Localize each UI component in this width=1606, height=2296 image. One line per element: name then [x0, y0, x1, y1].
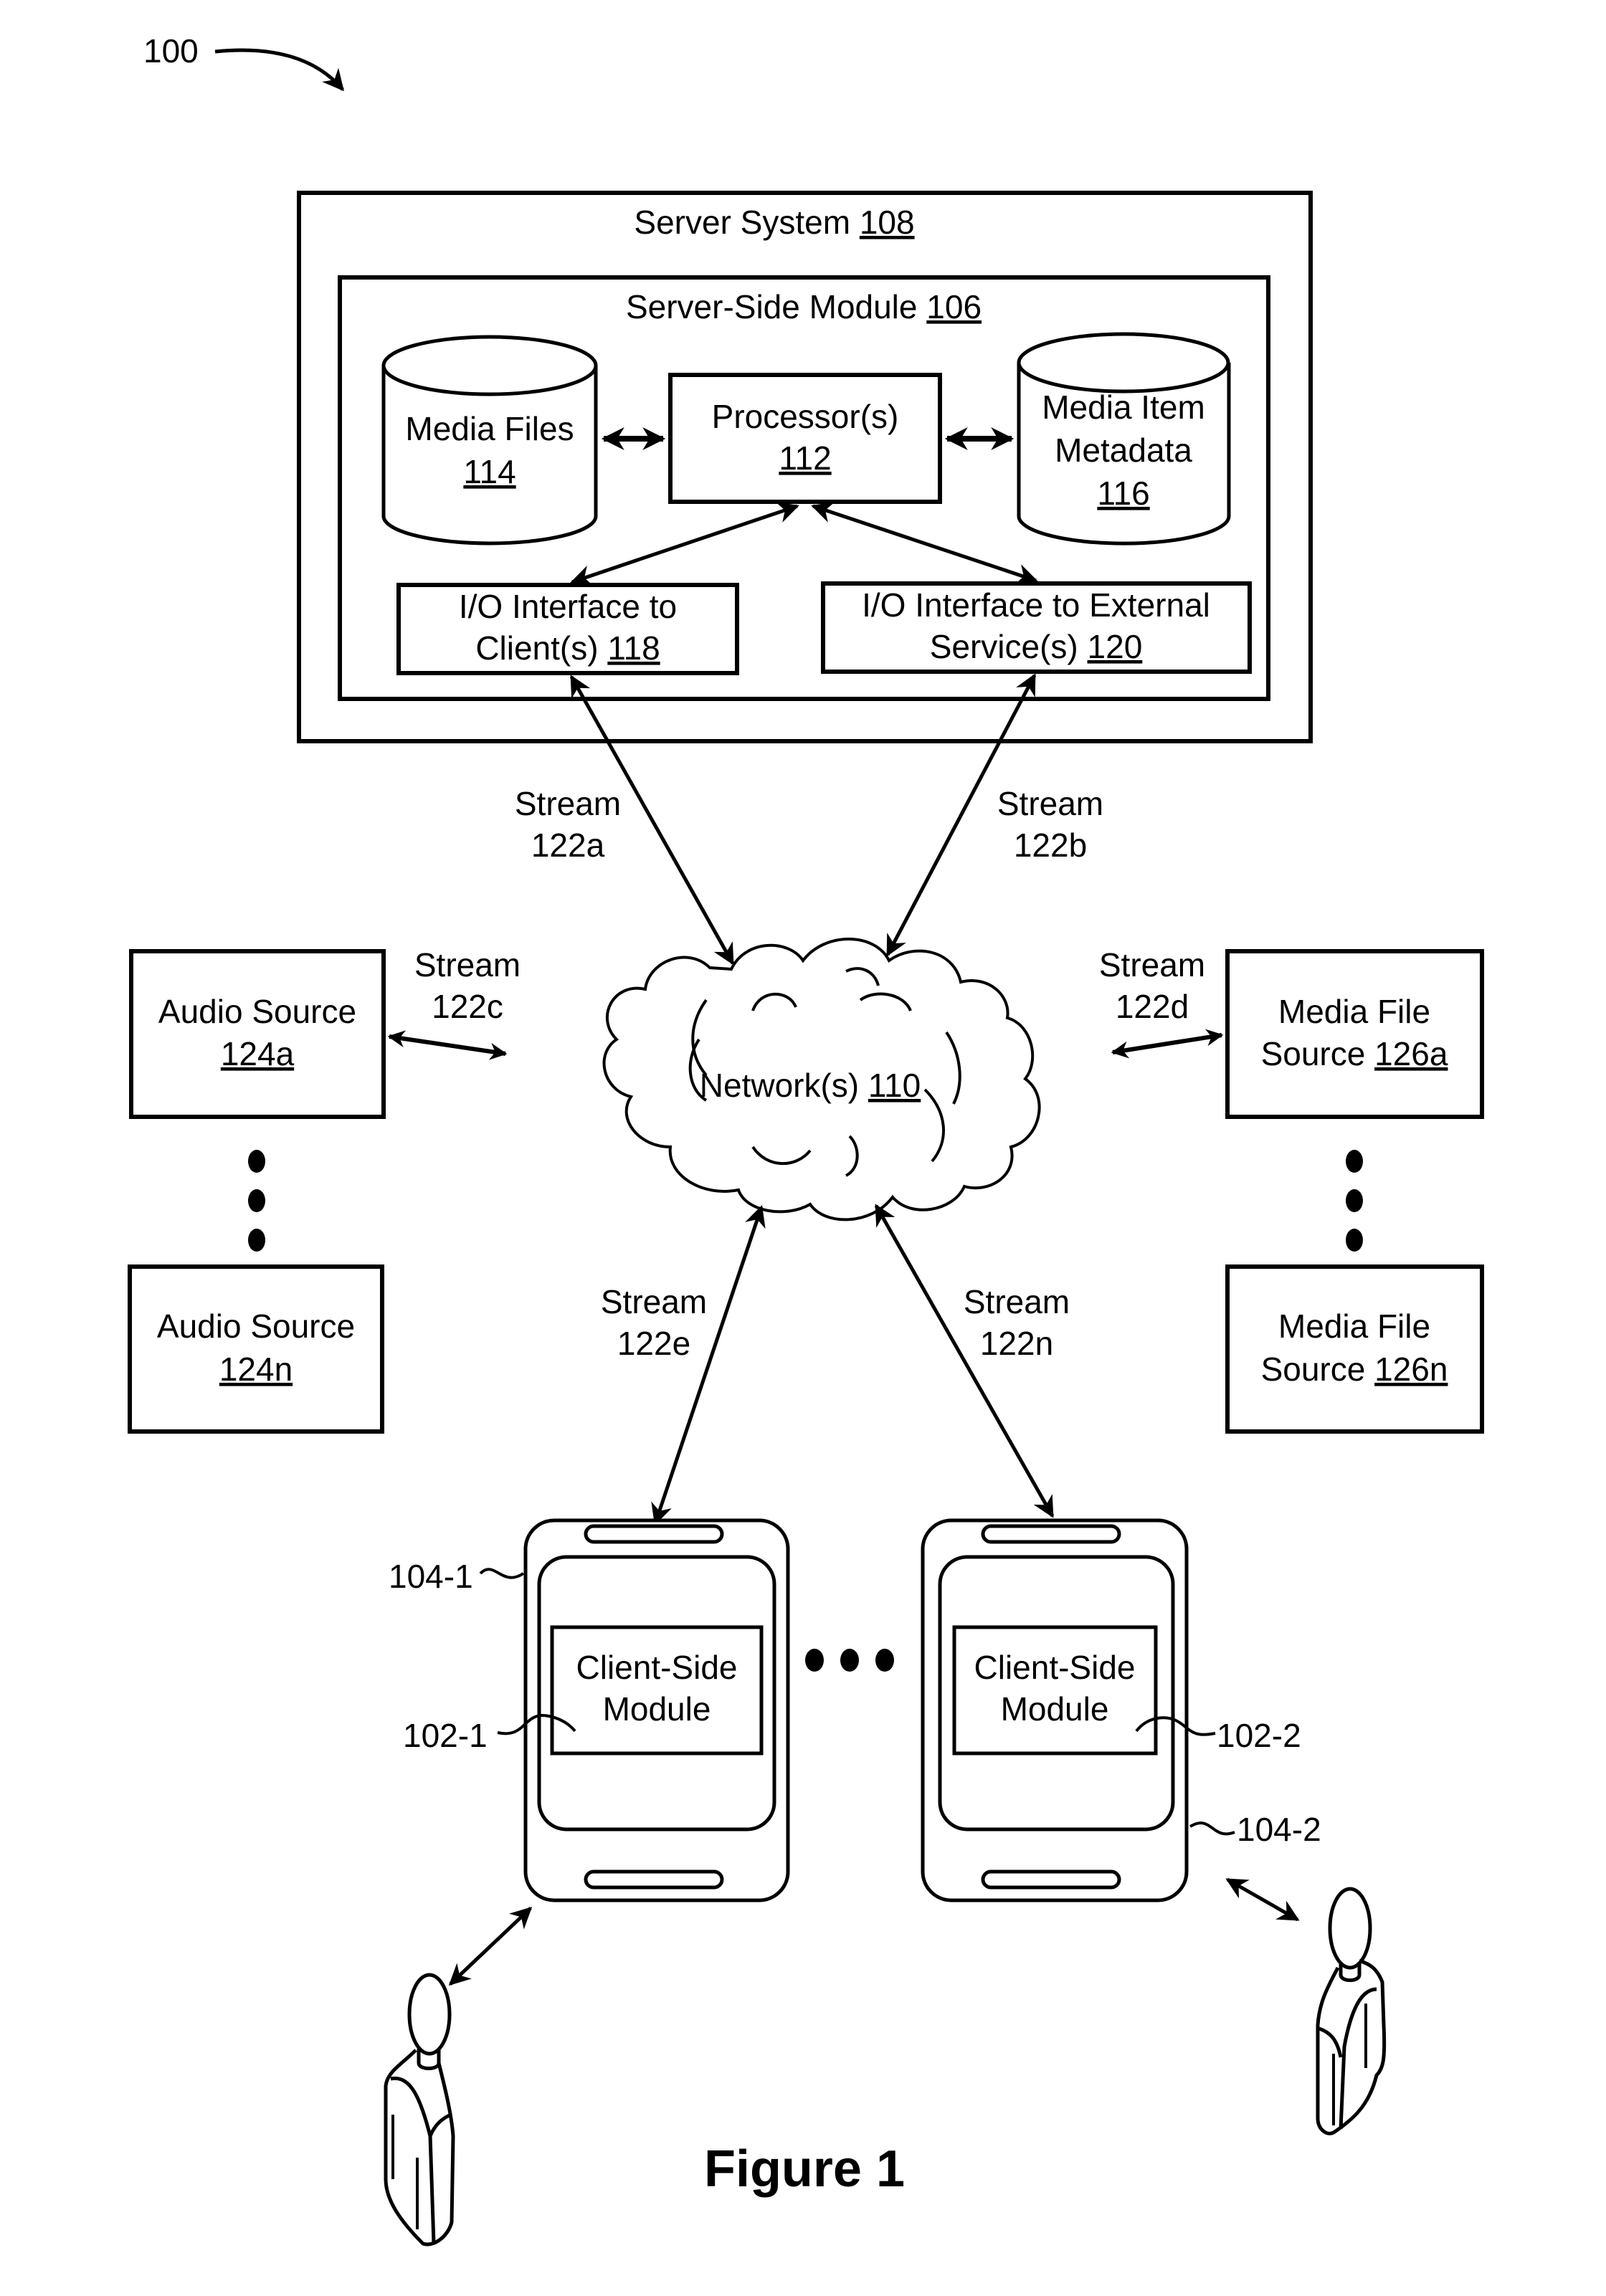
stream-label: Stream [1099, 946, 1205, 983]
arrow-user1-device [448, 1906, 533, 1986]
io-clients-label-line1: I/O Interface to [459, 588, 677, 625]
stream-ref: 122a [531, 827, 605, 864]
stream-ref: 122e [617, 1325, 690, 1362]
processor-ref: 112 [779, 439, 831, 477]
stream-122c: Stream 122c [387, 946, 521, 1060]
processor-block: Processor(s) 112 [668, 373, 942, 504]
ellipsis-audio-sources [248, 1150, 265, 1252]
stream-label: Stream [601, 1283, 707, 1320]
processor-label: Processor(s) [712, 398, 899, 435]
stream-ref: 122n [980, 1325, 1053, 1362]
server-side-module-label: Server-Side Module 106 [626, 288, 982, 325]
io-clients-label-line2: Client(s) 118 [475, 629, 660, 667]
user-icon [384, 1973, 455, 2247]
stream-122e: Stream 122e [601, 1205, 766, 1525]
stream-label: Stream [414, 946, 521, 983]
io-interface-clients: I/O Interface to Client(s) 118 [396, 583, 739, 675]
client-device-104-2: Client-Side Module 102-2 104-2 [921, 1518, 1321, 1902]
metadata-ref: 116 [1097, 475, 1149, 512]
io-interface-external: I/O Interface to External Service(s) 120 [821, 581, 1252, 674]
media-file-source-label-line2: Source 126a [1261, 1035, 1448, 1072]
audio-source-label: Audio Source [158, 993, 356, 1030]
media-file-source-126a: Media File Source 126a [1225, 949, 1484, 1119]
media-file-source-label: Media File [1278, 993, 1430, 1030]
figure-ref-label: 100 [143, 32, 199, 70]
ref-leader [479, 1568, 525, 1579]
io-external-label-line1: I/O Interface to External [862, 586, 1210, 624]
audio-source-ref: 124a [221, 1035, 295, 1072]
stream-arrow [387, 1030, 508, 1060]
stream-arrow [1111, 1029, 1224, 1059]
media-item-metadata-database: Media Item Metadata 116 [1017, 332, 1231, 546]
network-label: Network(s) 110 [700, 1067, 921, 1104]
figure-ref-arrow [214, 48, 344, 92]
audio-source-124n: Audio Source 124n [128, 1264, 384, 1434]
media-files-database: Media Files 114 [381, 335, 598, 546]
audio-source-ref: 124n [219, 1351, 293, 1388]
system-diagram: 100 Server System 108 Server-Side Module… [128, 32, 1484, 2247]
client-module-label-line2: Module [603, 1690, 711, 1728]
audio-source-124a: Audio Source 124a [129, 949, 386, 1119]
client-device-104-1: Client-Side Module 104-1 102-1 [389, 1518, 790, 1902]
figure-caption: Figure 1 [704, 2140, 905, 2198]
device-ref-label: 104-2 [1237, 1811, 1321, 1848]
arrow-user2-device [1225, 1877, 1300, 1922]
device-ref-label: 104-1 [389, 1558, 473, 1595]
stream-122n: Stream 122n [874, 1204, 1070, 1518]
media-file-source-126n: Media File Source 126n [1225, 1264, 1484, 1434]
ellipsis-clients [805, 1649, 894, 1672]
client-module-label-line1: Client-Side [974, 1649, 1136, 1686]
stream-ref: 122d [1116, 988, 1189, 1025]
stream-122d: Stream 122d [1099, 946, 1224, 1059]
client-module-label-line2: Module [1001, 1690, 1109, 1728]
server-system-label: Server System 108 [634, 204, 914, 241]
network-cloud: Network(s) 110 [602, 938, 1041, 1221]
ref-leader [1189, 1821, 1235, 1836]
media-file-source-label: Media File [1278, 1307, 1430, 1345]
stream-label: Stream [964, 1283, 1070, 1320]
user-icon [1316, 1887, 1387, 2135]
module-ref-label: 102-2 [1217, 1717, 1301, 1754]
media-files-ref: 114 [463, 453, 515, 490]
server-system: Server System 108 Server-Side Module 106… [297, 191, 1313, 743]
stream-label: Stream [515, 785, 621, 822]
metadata-label-line2: Metadata [1055, 432, 1192, 469]
module-ref-label: 102-1 [403, 1717, 488, 1754]
io-external-label-line2: Service(s) 120 [930, 628, 1143, 665]
stream-ref: 122b [1014, 827, 1087, 864]
media-files-label: Media Files [405, 410, 574, 447]
client-module-label-line1: Client-Side [576, 1649, 738, 1686]
stream-ref: 122c [432, 988, 503, 1025]
stream-arrow [651, 1205, 766, 1525]
ellipsis-media-file-sources [1346, 1150, 1363, 1252]
audio-source-label: Audio Source [157, 1307, 355, 1345]
metadata-label-line1: Media Item [1042, 389, 1205, 426]
stream-label: Stream [997, 785, 1103, 822]
media-file-source-label-line2: Source 126n [1261, 1351, 1448, 1388]
figure-ref-100: 100 [143, 32, 344, 92]
